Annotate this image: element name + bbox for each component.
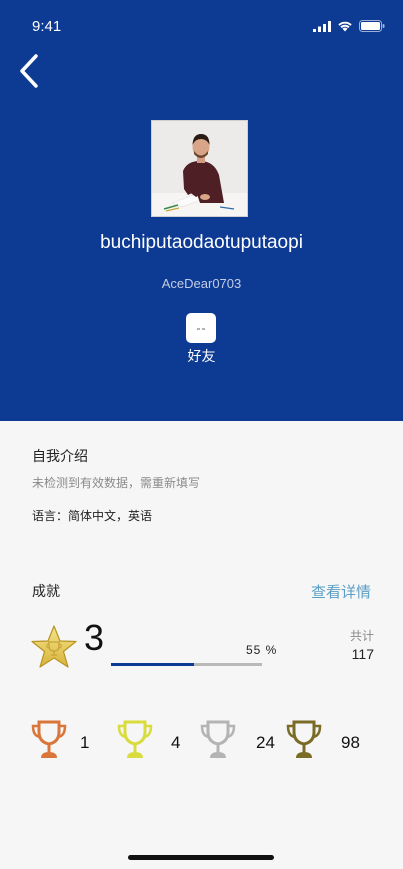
friend-label: 好友 [187,349,216,365]
silver-trophy-count: 24 [256,733,275,752]
username: buchiputaodaotuputaopi [100,232,303,253]
back-button[interactable] [14,50,48,92]
bronze-trophy-count: 1 [80,733,90,752]
total-value: 117 [351,646,374,662]
cellular-signal-icon [313,20,331,32]
friend-button[interactable] [186,313,216,343]
yellow-trophy-count: 4 [171,733,181,752]
avatar [151,120,248,217]
progress-percent: 55 % [246,643,278,657]
intro-text: 未检测到有效数据，需重新填写 [32,476,201,490]
achievements-title: 成就 [32,584,60,600]
olive-trophy-count: 98 [341,733,360,752]
silver-trophy-icon [200,720,236,758]
bronze-trophy-icon [31,720,67,758]
status-time: 9:41 [32,18,62,35]
status-bar: 9:41 [0,0,403,50]
profile-header: 9:41 buchiputaodaotuputaopi AceDear0703 … [0,0,403,421]
avatar-photo [152,121,247,216]
home-indicator [128,855,274,860]
yellow-trophy-icon [117,720,153,758]
battery-icon [359,20,385,32]
achievement-level: 3 [84,617,105,658]
chat-bubble-icon [197,328,205,330]
view-details-link[interactable]: 查看详情 [311,581,371,602]
status-icons [313,20,385,32]
olive-trophy-icon [286,720,322,758]
profile-content: 自我介绍 未检测到有效数据，需重新填写 语言：简体中文，英语 成就 查看详情 3… [0,421,403,869]
progress-bar [111,663,262,666]
chevron-left-icon [20,54,38,88]
wifi-icon [338,21,352,32]
star-level-icon [31,625,77,668]
languages-text: 语言：简体中文，英语 [32,509,153,523]
progress-bar-fill [111,663,195,666]
intro-title: 自我介绍 [32,449,88,465]
total-label: 共计 [349,629,374,643]
user-id: AceDear0703 [161,276,242,291]
